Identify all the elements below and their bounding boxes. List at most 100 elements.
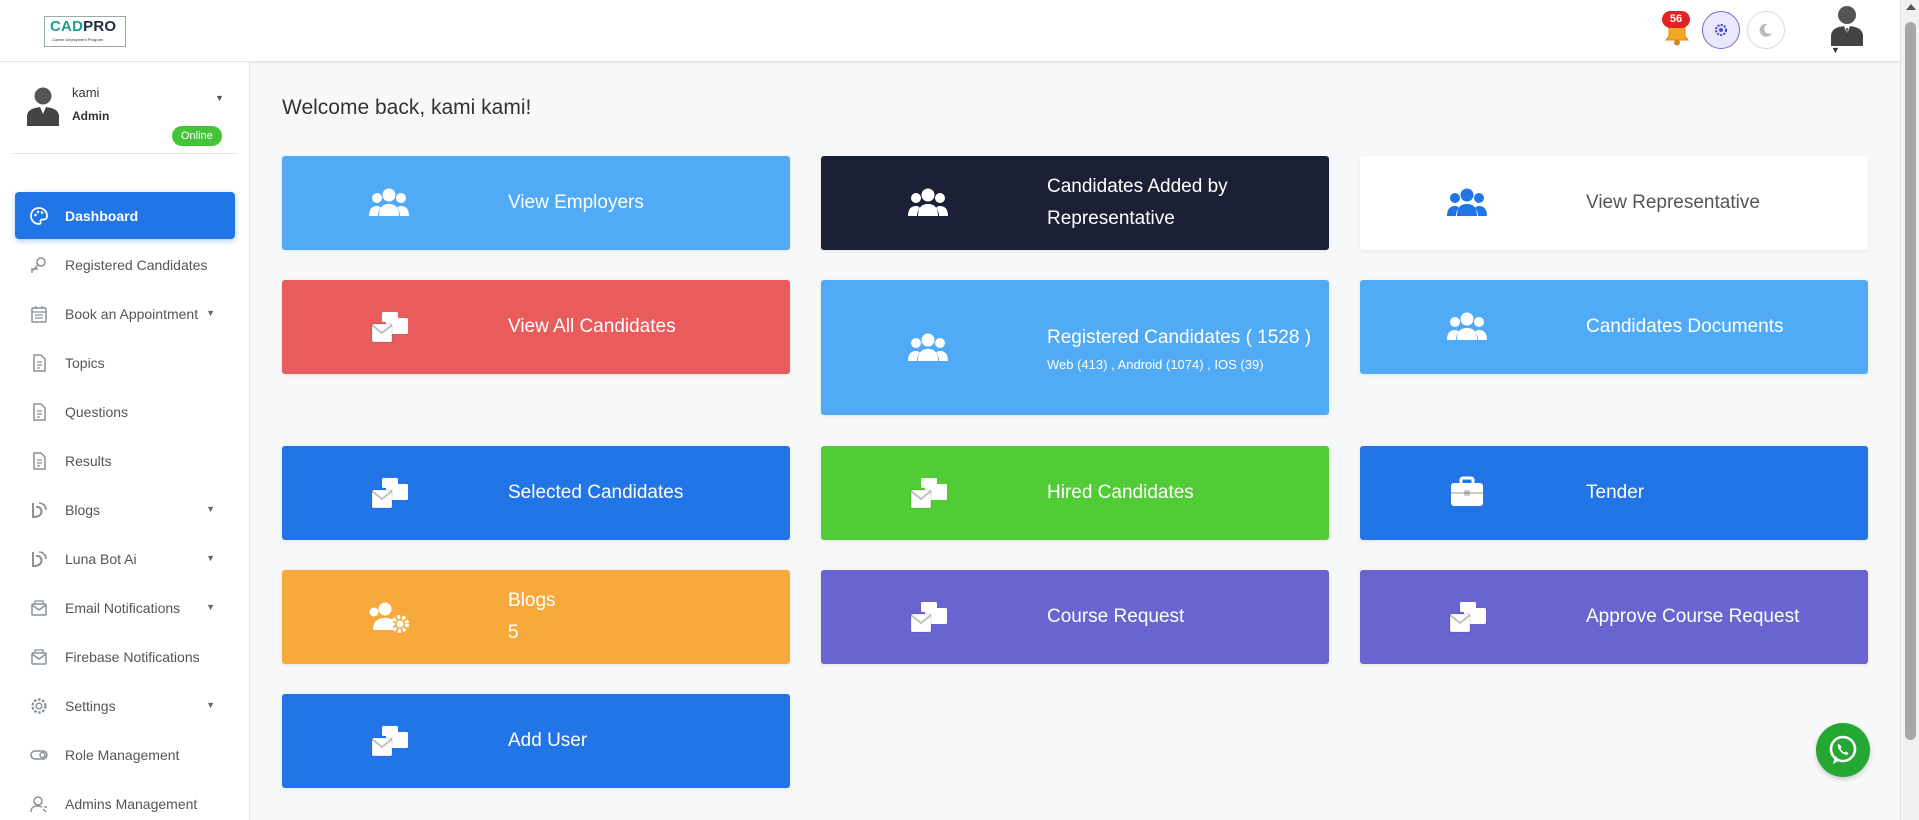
card-text: Hired Candidates <box>1047 477 1315 509</box>
card-tender[interactable]: Tender <box>1360 446 1868 540</box>
card-label: Candidates Added by Representative <box>1047 176 1228 229</box>
sidebar-item-book-an-appointment[interactable]: Book an Appointment ▼ <box>15 290 235 337</box>
dark-mode-button[interactable] <box>1747 11 1785 49</box>
mail-bulk-icon <box>368 724 410 758</box>
chevron-down-icon: ▼ <box>206 700 215 710</box>
mail-bulk-icon <box>907 600 949 634</box>
cadpro-logo[interactable]: CADPRO Career Deployment Program <box>44 16 126 47</box>
sidebar-item-admins-management[interactable]: Admins Management <box>15 780 235 820</box>
card-view-all-candidates[interactable]: View All Candidates <box>282 280 790 374</box>
mail-bulk-icon <box>907 476 949 510</box>
card-selected-candidates[interactable]: Selected Candidates <box>282 446 790 540</box>
logo-brand-right: PRO <box>83 18 117 35</box>
palette-icon <box>29 206 49 226</box>
card-text: View Employers <box>508 187 776 219</box>
sidebar-item-blogs[interactable]: Blogs ▼ <box>15 486 235 533</box>
card-approve-course-request[interactable]: Approve Course Request <box>1360 570 1868 664</box>
profile-caret-icon[interactable]: ▼ <box>1831 45 1840 55</box>
user-panel: kami Admin ▼ Online <box>12 76 238 154</box>
gear-icon <box>1714 23 1728 37</box>
sidebar-nav: Dashboard Registered Candidates Book an Ap… <box>15 192 235 820</box>
card-candidates-added-by-representative[interactable]: Candidates Added by Representative <box>821 156 1329 250</box>
card-view-employers[interactable]: View Employers <box>282 156 790 250</box>
card-label: View Representative <box>1586 192 1760 213</box>
sidebar-item-label: Admins Management <box>65 795 198 812</box>
blog-icon <box>29 549 49 569</box>
card-text: Tender <box>1586 477 1854 509</box>
chevron-down-icon: ▼ <box>206 602 215 612</box>
card-blogs[interactable]: Blogs 5 <box>282 570 790 664</box>
profile-avatar[interactable] <box>1828 2 1866 46</box>
card-add-user[interactable]: Add User <box>282 694 790 788</box>
user-name: kami <box>72 85 100 100</box>
card-text: Add User <box>508 725 776 757</box>
card-text: Candidates Added by Representative <box>1047 171 1315 235</box>
sidebar-item-settings[interactable]: Settings ▼ <box>15 682 235 729</box>
card-label: Selected Candidates <box>508 482 684 503</box>
scroll-up-icon[interactable] <box>1906 4 1916 10</box>
mail-bulk-icon <box>368 310 410 344</box>
sidebar-item-label: Settings <box>65 697 116 714</box>
card-text: View Representative <box>1586 187 1854 219</box>
gear-icon <box>29 696 49 716</box>
person-search-icon <box>29 255 49 275</box>
user-menu-caret-icon[interactable]: ▼ <box>215 93 224 103</box>
sidebar-item-luna-bot-ai[interactable]: Luna Bot Ai ▼ <box>15 535 235 582</box>
chevron-down-icon: ▼ <box>206 308 215 318</box>
card-label: Tender <box>1586 482 1645 503</box>
sidebar-item-role-management[interactable]: Role Management <box>15 731 235 778</box>
sidebar: kami Admin ▼ Online Dashboard Registered … <box>0 62 250 820</box>
card-text: Approve Course Request <box>1586 601 1854 633</box>
sidebar-item-firebase-notifications[interactable]: Firebase Notifications <box>15 633 235 680</box>
card-view-representative[interactable]: View Representative <box>1360 156 1868 250</box>
sidebar-item-label: Email Notifications <box>65 599 181 616</box>
card-label: View All Candidates <box>508 316 676 337</box>
sidebar-item-label: Book an Appointment <box>65 305 199 322</box>
card-hired-candidates[interactable]: Hired Candidates <box>821 446 1329 540</box>
card-label: Registered Candidates ( 1528 ) <box>1047 326 1312 348</box>
sidebar-item-dashboard[interactable]: Dashboard <box>15 192 235 239</box>
sidebar-item-results[interactable]: Results <box>15 437 235 484</box>
logo-brand-left: CAD <box>50 18 84 35</box>
logo-tagline: Career Deployment Program <box>52 37 104 42</box>
notification-badge: 56 <box>1662 11 1690 28</box>
whatsapp-button[interactable] <box>1816 723 1870 777</box>
page-scrollbar[interactable] <box>1900 0 1919 820</box>
card-text: Selected Candidates <box>508 477 776 509</box>
mail-icon <box>29 647 49 667</box>
theme-settings-button[interactable] <box>1702 11 1740 49</box>
sidebar-item-email-notifications[interactable]: Email Notifications ▼ <box>15 584 235 631</box>
card-text: Candidates Documents <box>1586 311 1854 343</box>
document-icon <box>29 451 49 471</box>
blog-icon <box>29 500 49 520</box>
card-text: Registered Candidates ( 1528 ) Web (413) … <box>1047 322 1315 374</box>
calendar-icon <box>29 304 49 324</box>
briefcase-icon <box>1446 476 1488 510</box>
card-text: Blogs 5 <box>508 585 776 649</box>
card-course-request[interactable]: Course Request <box>821 570 1329 664</box>
card-label: Approve Course Request <box>1586 606 1800 627</box>
scrollbar-thumb[interactable] <box>1905 22 1916 740</box>
mail-bulk-icon <box>368 476 410 510</box>
card-label: Hired Candidates <box>1047 482 1194 503</box>
user-icon <box>29 794 49 814</box>
user-avatar <box>27 87 59 126</box>
card-candidates-documents[interactable]: Candidates Documents <box>1360 280 1868 374</box>
chevron-down-icon: ▼ <box>206 504 215 514</box>
card-label: Add User <box>508 730 588 751</box>
sidebar-item-registered-candidates[interactable]: Registered Candidates <box>15 241 235 288</box>
sidebar-item-label: Registered Candidates <box>65 256 208 273</box>
card-text: View All Candidates <box>508 311 776 343</box>
toggle-icon <box>29 745 49 765</box>
card-label: View Employers <box>508 192 644 213</box>
mail-icon <box>29 598 49 618</box>
sidebar-item-label: Blogs <box>65 501 101 518</box>
document-icon <box>29 402 49 422</box>
top-bar: CADPRO Career Deployment Program 56 ▼ <box>0 0 1900 62</box>
sidebar-item-label: Firebase Notifications <box>65 648 200 665</box>
sidebar-item-topics[interactable]: Topics <box>15 339 235 386</box>
sidebar-item-label: Results <box>65 452 112 469</box>
card-registered-candidates-1528[interactable]: Registered Candidates ( 1528 ) Web (413) … <box>821 280 1329 415</box>
sidebar-item-label: Topics <box>65 354 105 371</box>
sidebar-item-questions[interactable]: Questions <box>15 388 235 435</box>
